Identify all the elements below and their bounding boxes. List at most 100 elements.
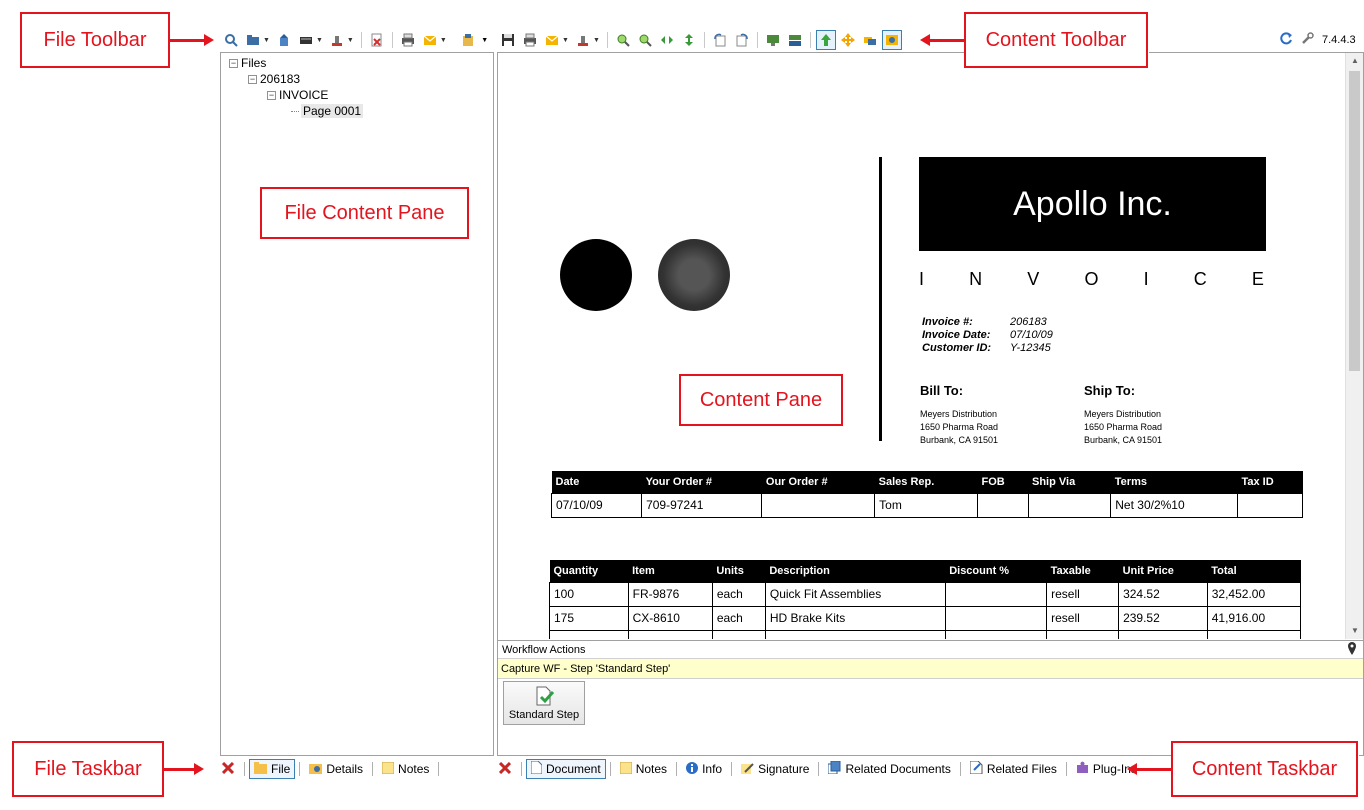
invoice-title-letter: V <box>1027 269 1042 289</box>
collapse-icon[interactable]: − <box>248 74 257 84</box>
workflow-actions-label: Workflow Actions <box>502 644 586 656</box>
tree-node-page[interactable]: Page 0001 <box>291 104 364 118</box>
info-icon <box>686 761 699 777</box>
fit-height-icon[interactable] <box>679 30 699 50</box>
file-content-pane: − Files − 206183 − INVOICE Page 0001 <box>220 52 494 756</box>
scroll-thumb[interactable] <box>1349 71 1360 371</box>
route-up-icon[interactable] <box>815 30 836 50</box>
callout-arrow <box>1127 763 1171 775</box>
archive-icon[interactable] <box>458 30 478 50</box>
notes-tab[interactable]: Notes <box>377 759 434 779</box>
callout-arrow <box>170 34 214 46</box>
file-tab-label: File <box>271 762 291 776</box>
table-cell <box>944 581 1048 607</box>
content-toolbar: ▼ ▼ <box>497 28 903 52</box>
application-window: ▼ ▼ ▼ ▼ ▼ ▼ ▼ 7.4.4.3 − Files − 206183 −… <box>0 0 1364 810</box>
taskbar-separator <box>438 762 440 776</box>
file-tab[interactable]: File <box>249 759 296 779</box>
workflow-step-bar: Capture WF - Step 'Standard Step' <box>498 658 1363 679</box>
annotate-icon[interactable] <box>860 30 880 50</box>
settings-wrench-icon[interactable] <box>1301 32 1314 48</box>
scroll-down-icon[interactable]: ▼ <box>1346 623 1364 639</box>
related-documents-tab-label: Related Documents <box>845 762 951 776</box>
refresh-icon[interactable] <box>1280 32 1293 48</box>
dropdown-arrow-icon[interactable]: ▼ <box>440 37 447 44</box>
dropdown-arrow-icon[interactable]: ▼ <box>593 37 600 44</box>
zoom-out-icon[interactable] <box>635 30 655 50</box>
collapse-icon[interactable]: − <box>267 90 276 100</box>
rotate-right-icon[interactable] <box>732 30 752 50</box>
related-files-tab[interactable]: Related Files <box>965 759 1062 779</box>
toolbar-overflow-icon[interactable]: ▼ <box>480 30 490 50</box>
dropdown-arrow-icon[interactable]: ▼ <box>263 37 270 44</box>
table-cell: resell <box>1046 605 1120 631</box>
move-icon[interactable] <box>838 30 858 50</box>
dropdown-arrow-icon[interactable]: ▼ <box>562 37 569 44</box>
signature-tab-label: Signature <box>758 762 810 776</box>
rotate-left-icon[interactable] <box>710 30 730 50</box>
print-icon[interactable] <box>520 30 540 50</box>
document-tab[interactable]: Document <box>526 759 606 779</box>
callout-content-pane: Content Pane <box>679 374 843 426</box>
invoice-meta-label: Invoice Date: <box>922 329 991 341</box>
delete-icon[interactable] <box>367 30 387 50</box>
email-icon[interactable] <box>420 30 440 50</box>
pin-icon[interactable] <box>1347 642 1357 659</box>
tree-node-files[interactable]: − Files <box>229 56 266 70</box>
address-line: Meyers Distribution <box>920 409 998 419</box>
upload-icon[interactable] <box>274 30 294 50</box>
signature-tab[interactable]: Signature <box>736 759 814 779</box>
vertical-scrollbar[interactable]: ▲ ▼ <box>1345 53 1363 639</box>
related-documents-tab[interactable]: Related Documents <box>823 759 955 779</box>
fit-width-icon[interactable] <box>657 30 677 50</box>
stamp-icon[interactable] <box>327 30 347 50</box>
search-icon[interactable] <box>221 30 241 50</box>
table-cell: 239.52 <box>1118 605 1208 631</box>
dropdown-arrow-icon[interactable]: ▼ <box>347 37 354 44</box>
taskbar-separator <box>299 762 301 776</box>
email-icon[interactable] <box>542 30 562 50</box>
scroll-up-icon[interactable]: ▲ <box>1346 53 1364 69</box>
split-view-icon[interactable] <box>785 30 805 50</box>
folder-icon[interactable] <box>243 30 263 50</box>
standard-step-button[interactable]: Standard Step <box>503 681 585 725</box>
puzzle-icon <box>1076 761 1089 777</box>
info-tab[interactable]: Info <box>681 759 727 779</box>
notes-tab[interactable]: Notes <box>615 759 672 779</box>
table-cell <box>1236 492 1304 518</box>
logo-circle-solid <box>560 239 632 311</box>
table-cell: CX-8610 <box>627 605 713 631</box>
collapse-icon[interactable]: − <box>229 58 238 68</box>
document-tab-label: Document <box>546 762 601 776</box>
close-icon[interactable] <box>498 761 512 777</box>
thumbnail-icon[interactable] <box>763 30 783 50</box>
tree-node-file[interactable]: − 206183 <box>248 72 300 86</box>
details-tab-label: Details <box>326 762 364 776</box>
table-cell <box>1206 629 1302 639</box>
stamp-icon[interactable] <box>573 30 593 50</box>
table-row: 175 CX-8610 each HD Brake Kits resell 239.52 4… <box>549 605 1302 631</box>
workflow-actions-header: Workflow Actions <box>498 640 1363 658</box>
callout-content-toolbar: Content Toolbar <box>964 12 1148 68</box>
table-header-cell: Your Order # <box>641 471 762 493</box>
table-header-cell: FOB <box>977 471 1028 493</box>
content-pane[interactable]: Apollo Inc. INVOICE Invoice #: 206183 Invo… <box>498 53 1345 639</box>
zoom-in-icon[interactable] <box>613 30 633 50</box>
close-icon[interactable] <box>221 761 235 777</box>
table-cell: 41,916.00 <box>1206 605 1302 631</box>
redact-icon[interactable] <box>881 30 902 50</box>
toolbar-separator <box>756 32 758 48</box>
save-icon[interactable] <box>498 30 518 50</box>
tree-node-document[interactable]: − INVOICE <box>267 88 328 102</box>
table-header-cell: Description <box>765 560 946 582</box>
invoice-title-letter: O <box>1084 269 1101 289</box>
dropdown-arrow-icon[interactable]: ▼ <box>316 37 323 44</box>
invoice-title: INVOICE <box>919 269 1266 290</box>
scanner-icon[interactable] <box>296 30 316 50</box>
content-taskbar: Document Notes Info Signature Related Do… <box>498 757 1142 781</box>
details-tab[interactable]: Details <box>304 759 368 779</box>
related-files-icon <box>969 760 983 777</box>
table-header-cell: Quantity <box>549 560 629 582</box>
print-icon[interactable] <box>398 30 418 50</box>
signature-icon <box>741 762 754 777</box>
